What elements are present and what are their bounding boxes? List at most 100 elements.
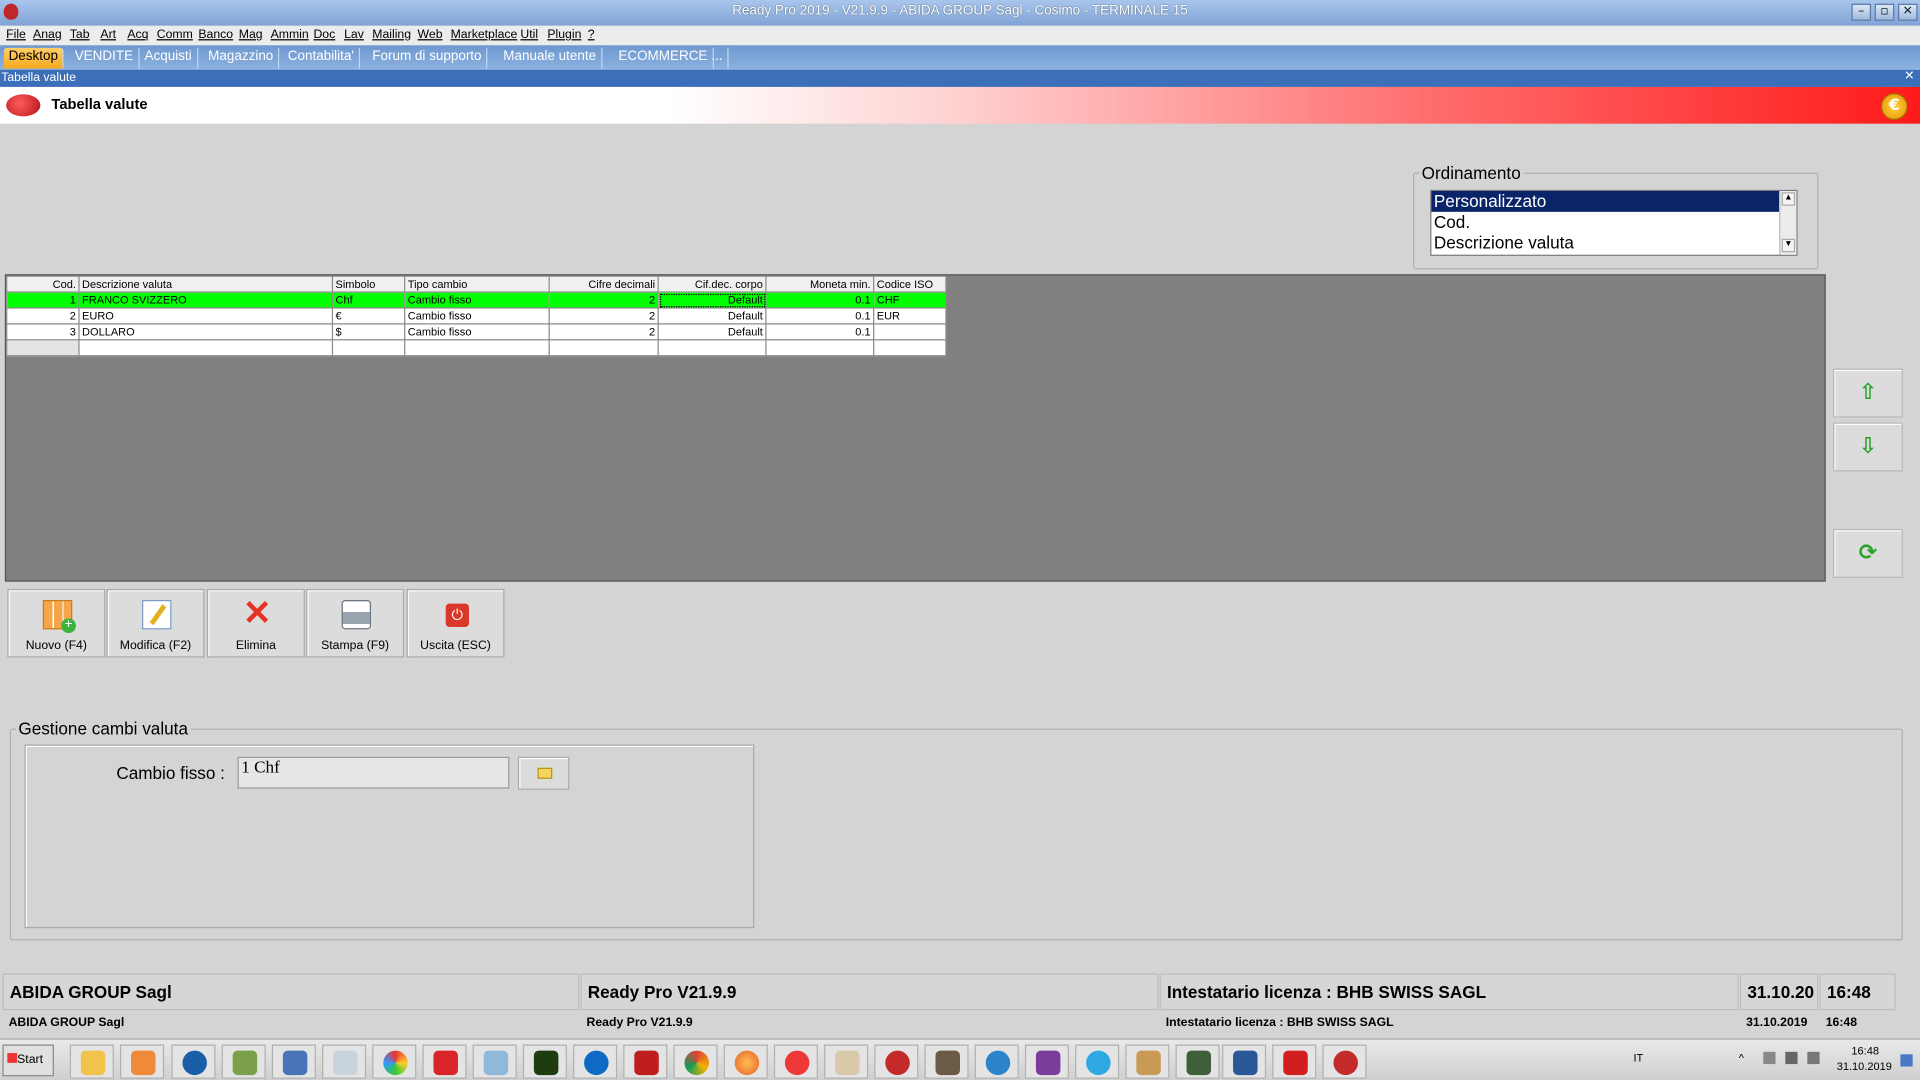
close-button[interactable]: ✕	[1897, 3, 1918, 21]
cambio-fisso-field[interactable]: 1 Chf	[237, 756, 510, 789]
column-header[interactable]: Cifre decimali	[548, 275, 659, 293]
cell-cifre[interactable]: 2	[548, 291, 659, 309]
cell-iso[interactable]: CHF	[873, 291, 947, 309]
taskbar-app19[interactable]	[974, 1044, 1019, 1079]
panel-close-button[interactable]: ✕	[1904, 70, 1914, 83]
cell-corpo[interactable]: Default	[657, 291, 767, 309]
ordinamento-option[interactable]: Descrizione valuta	[1431, 233, 1796, 254]
taskbar-ie[interactable]	[1075, 1044, 1120, 1079]
taskbar-chrome[interactable]	[673, 1044, 718, 1079]
menu-doc[interactable]: Doc	[313, 28, 335, 41]
tab-magazzino[interactable]: Magazzino	[203, 47, 280, 69]
tray-chevron-icon[interactable]: ^	[1739, 1052, 1744, 1064]
tray-dropbox-icon[interactable]	[1763, 1051, 1776, 1065]
taskbar-media[interactable]	[120, 1044, 165, 1079]
menu-plugin[interactable]: Plugin	[547, 28, 581, 41]
taskbar-dreamweaver[interactable]	[522, 1044, 567, 1079]
cell-cifre[interactable]: 2	[548, 307, 659, 325]
menu-lav[interactable]: Lav	[344, 28, 364, 41]
uscita-button[interactable]: ⏻ Uscita (ESC)	[406, 588, 505, 658]
cell-moneta[interactable]: 0.1	[765, 307, 875, 325]
tray-date[interactable]: 31.10.2019	[1837, 1060, 1892, 1072]
column-header[interactable]: Moneta min.	[765, 275, 875, 293]
menu-mag[interactable]: Mag	[239, 28, 263, 41]
taskbar-app4[interactable]	[221, 1044, 266, 1079]
ordinamento-option[interactable]: Cod.	[1431, 212, 1796, 233]
cell-tipo[interactable]: Cambio fisso	[404, 307, 550, 325]
cell-simbolo[interactable]: $	[331, 323, 406, 341]
cell-simbolo[interactable]: Chf	[331, 291, 406, 309]
empty-cell[interactable]	[78, 339, 334, 357]
stampa-button[interactable]: Stampa (F9)	[306, 588, 405, 658]
modifica-button[interactable]: Modifica (F2)	[106, 588, 205, 658]
tray-network-icon[interactable]	[1785, 1051, 1798, 1065]
tab-vendite[interactable]: VENDITE	[70, 47, 140, 69]
table-new-row[interactable]	[6, 339, 947, 357]
empty-cell[interactable]	[6, 339, 80, 357]
taskbar-teamviewer[interactable]	[573, 1044, 618, 1079]
taskbar-network[interactable]	[271, 1044, 316, 1079]
empty-cell[interactable]	[765, 339, 875, 357]
menu-comm[interactable]: Comm	[157, 28, 193, 41]
tab-desktop[interactable]: Desktop	[3, 47, 65, 69]
cell-moneta[interactable]: 0.1	[765, 291, 875, 309]
taskbar-terminal[interactable]	[1175, 1044, 1220, 1079]
cambio-edit-button[interactable]	[517, 756, 570, 790]
language-indicator[interactable]: IT	[1633, 1052, 1643, 1064]
taskbar-vivaldi[interactable]	[773, 1044, 818, 1079]
cell-iso[interactable]: EUR	[873, 307, 947, 325]
menu-marketplace[interactable]: Marketplace	[451, 28, 518, 41]
taskbar-app22[interactable]	[1125, 1044, 1170, 1079]
tray-volume-icon[interactable]	[1807, 1051, 1820, 1065]
menu-art[interactable]: Art	[100, 28, 116, 41]
column-header[interactable]: Cif.dec. corpo	[657, 275, 767, 293]
taskbar-gimp[interactable]	[924, 1044, 969, 1079]
elimina-button[interactable]: ✕ Elimina	[206, 588, 305, 658]
minimize-button[interactable]: –	[1851, 3, 1872, 21]
column-header[interactable]: Descrizione valuta	[78, 275, 334, 293]
tab-manuale[interactable]: Manuale utente	[498, 47, 603, 69]
taskbar-acrobat[interactable]	[1272, 1044, 1317, 1079]
cell-simbolo[interactable]: €	[331, 307, 406, 325]
tab-more[interactable]: ...	[707, 47, 729, 69]
taskbar-word[interactable]	[1222, 1044, 1267, 1079]
ordinamento-option[interactable]: Personalizzato	[1431, 191, 1780, 212]
tab-forum[interactable]: Forum di supporto	[367, 47, 488, 69]
empty-cell[interactable]	[331, 339, 406, 357]
menu-ammin[interactable]: Ammin	[271, 28, 309, 41]
taskbar-onenote[interactable]	[1024, 1044, 1069, 1079]
empty-cell[interactable]	[548, 339, 659, 357]
cell-cod[interactable]: 1	[6, 291, 80, 309]
taskbar-readypro[interactable]	[874, 1044, 919, 1079]
cell-iso[interactable]	[873, 323, 947, 341]
cell-desc[interactable]: FRANCO SVIZZERO	[78, 291, 334, 309]
scroll-down-icon[interactable]: ▼	[1781, 238, 1796, 253]
empty-cell[interactable]	[404, 339, 550, 357]
empty-cell[interactable]	[657, 339, 767, 357]
taskbar-app9[interactable]	[472, 1044, 517, 1079]
table-row[interactable]: 2 EURO € Cambio fisso 2 Default 0.1 EUR	[6, 307, 947, 325]
tab-acquisti[interactable]: Acquisti	[140, 47, 198, 69]
tab-ecommerce[interactable]: ECOMMERCE	[613, 47, 714, 69]
cell-tipo[interactable]: Cambio fisso	[404, 323, 550, 341]
taskbar-explorer[interactable]	[69, 1044, 114, 1079]
cell-desc[interactable]: EURO	[78, 307, 334, 325]
show-desktop-icon[interactable]	[1900, 1054, 1913, 1067]
listbox-scrollbar[interactable]: ▲ ▼	[1779, 191, 1797, 255]
menu-tab[interactable]: Tab	[70, 28, 90, 41]
move-down-button[interactable]: ⇩	[1833, 422, 1903, 472]
menu-help[interactable]: ?	[588, 28, 595, 41]
taskbar-filezilla[interactable]	[623, 1044, 668, 1079]
start-button[interactable]: Start	[2, 1044, 54, 1077]
taskbar-firefox[interactable]	[723, 1044, 768, 1079]
taskbar-readypro-2[interactable]	[1322, 1044, 1367, 1079]
menu-file[interactable]: File	[6, 28, 26, 41]
column-header[interactable]: Codice ISO	[873, 275, 947, 293]
menu-util[interactable]: Util	[520, 28, 538, 41]
taskbar-picasa[interactable]	[372, 1044, 417, 1079]
menu-anag[interactable]: Anag	[33, 28, 62, 41]
refresh-button[interactable]: ⟳	[1833, 528, 1903, 578]
menu-web[interactable]: Web	[418, 28, 443, 41]
taskbar-calculator[interactable]	[322, 1044, 367, 1079]
cell-desc[interactable]: DOLLARO	[78, 323, 334, 341]
